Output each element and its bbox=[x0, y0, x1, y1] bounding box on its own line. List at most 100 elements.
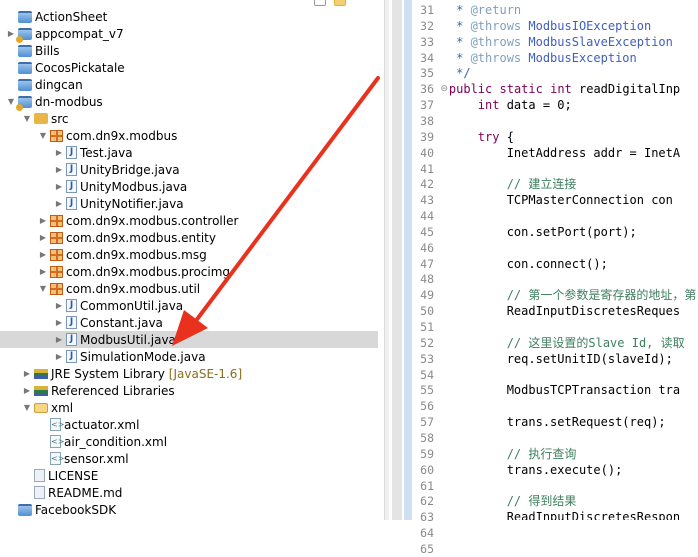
expand-arrow-icon[interactable]: ▶ bbox=[54, 199, 64, 209]
expand-arrow-icon[interactable]: ▶ bbox=[38, 250, 48, 260]
line-number: 41 bbox=[420, 161, 434, 176]
tree-item-label: LICENSE bbox=[48, 468, 99, 483]
line-number: 55 bbox=[420, 383, 434, 398]
tree-item[interactable]: dingcan bbox=[0, 76, 384, 93]
tree-item[interactable]: ActionSheet bbox=[0, 8, 384, 25]
expand-arrow-icon[interactable]: ▶ bbox=[22, 386, 32, 396]
package-explorer: ActionSheet ▶ appcompat_v7 Bills CocosPickat… bbox=[0, 0, 384, 520]
collapse-arrow-icon[interactable]: ▼ bbox=[38, 284, 48, 294]
code-line: InetAddress addr = InetA bbox=[506, 145, 681, 160]
expand-arrow-icon[interactable]: ▶ bbox=[38, 267, 48, 277]
expand-arrow-icon[interactable]: ▶ bbox=[54, 148, 64, 158]
code-line: con.connect(); bbox=[506, 256, 608, 271]
tree-item[interactable]: ▶ appcompat_v7 bbox=[0, 25, 384, 43]
tree-item[interactable]: ▶ J Test.java bbox=[0, 144, 384, 161]
line-number-gutter: 31 32 33 34 35 36 ⊖ 37 38 39 40 41 42 43 44 45 46 47 48 49 5… bbox=[412, 0, 448, 556]
collapse-arrow-icon[interactable]: ▼ bbox=[38, 131, 48, 141]
package-icon bbox=[50, 248, 63, 261]
tree-item[interactable]: Bills bbox=[0, 42, 384, 59]
tree-item[interactable]: <> actuator.xml bbox=[0, 416, 384, 433]
line-number: 58 bbox=[420, 430, 434, 445]
code-line: // 第一个参数是寄存器的地址，第 bbox=[506, 288, 697, 303]
tree-item-label: actuator.xml bbox=[64, 417, 140, 432]
expand-arrow-icon[interactable]: ▶ bbox=[54, 335, 64, 345]
line-number: 61 bbox=[420, 478, 434, 493]
tree-item[interactable]: README.md bbox=[0, 484, 384, 501]
collapse-arrow-icon[interactable]: ▼ bbox=[22, 403, 32, 413]
tree-item[interactable]: ▼ dn-modbus bbox=[0, 93, 384, 111]
code-line: int data = 0; bbox=[477, 98, 572, 113]
expand-arrow-icon[interactable]: ▶ bbox=[54, 165, 64, 175]
expand-arrow-icon[interactable]: ▶ bbox=[38, 233, 48, 243]
expand-arrow-icon[interactable]: ▶ bbox=[54, 352, 64, 362]
link-editor-icon[interactable] bbox=[334, 0, 346, 6]
tree-item[interactable]: ▶ J SimulationMode.java bbox=[0, 348, 384, 365]
tree-item[interactable]: ▶ J UnityBridge.java bbox=[0, 161, 384, 178]
tree-item[interactable]: ▼ src bbox=[0, 110, 384, 127]
line-number: 43 bbox=[420, 193, 434, 208]
line-number: 35 bbox=[420, 66, 434, 81]
tree-item[interactable]: ▼ com.dn9x.modbus bbox=[0, 127, 384, 144]
tree-item-label: Bills bbox=[35, 43, 60, 58]
java-file-icon: J bbox=[66, 163, 77, 176]
tree-item[interactable]: ▶ com.dn9x.modbus.procimg bbox=[0, 263, 384, 280]
code-line: ReadInputDiscretesReques bbox=[506, 304, 681, 319]
code-line: * @throws ModbusIOException bbox=[456, 18, 652, 33]
tree-item[interactable]: ▶ J UnityModbus.java bbox=[0, 178, 384, 195]
code-line: req.setUnitID(slaveId); bbox=[506, 351, 673, 366]
tree-item[interactable]: <> sensor.xml bbox=[0, 450, 384, 467]
tree-item[interactable]: ▶ com.dn9x.modbus.controller bbox=[0, 212, 384, 229]
expand-arrow-icon[interactable]: ▶ bbox=[54, 301, 64, 311]
line-number: 37 bbox=[420, 98, 434, 113]
tree-item[interactable]: ▶ J ModbusUtil.java bbox=[0, 331, 378, 348]
package-icon bbox=[50, 129, 63, 142]
tree-item-label: FacebookSDK bbox=[35, 502, 117, 517]
tree-item-label: appcompat_v7 bbox=[35, 26, 124, 41]
tree-item[interactable]: CocosPickatale bbox=[0, 59, 384, 76]
tree-item[interactable]: LICENSE bbox=[0, 467, 384, 484]
tree-item[interactable]: <> air_condition.xml bbox=[0, 433, 384, 450]
tree-item[interactable]: ▶ com.dn9x.modbus.entity bbox=[0, 229, 384, 246]
collapse-arrow-icon[interactable]: ▼ bbox=[22, 114, 32, 124]
code-line: // 得到结果 bbox=[506, 494, 577, 509]
tree-item-label: com.dn9x.modbus.msg bbox=[66, 247, 207, 262]
tree-item-label: CocosPickatale bbox=[35, 60, 125, 75]
library-icon bbox=[34, 385, 48, 396]
expand-arrow-icon[interactable]: ▶ bbox=[54, 318, 64, 328]
jre-version-tag: [JavaSE-1.6] bbox=[168, 366, 243, 381]
tree-item-label: com.dn9x.modbus.entity bbox=[66, 230, 216, 245]
tree-item[interactable]: ▶ Referenced Libraries bbox=[0, 382, 384, 399]
code-editor[interactable]: * @return * @throws ModbusIOException * … bbox=[450, 0, 698, 520]
package-icon bbox=[50, 282, 63, 295]
fold-toggle-icon[interactable]: ⊖ bbox=[440, 84, 448, 94]
open-folder-icon bbox=[34, 402, 48, 413]
expand-arrow-icon[interactable]: ▶ bbox=[6, 29, 16, 39]
tree-item[interactable]: ▼ com.dn9x.modbus.util bbox=[0, 280, 384, 297]
library-icon bbox=[34, 368, 48, 379]
line-number: 63 bbox=[420, 510, 434, 525]
line-number: 65 bbox=[420, 541, 434, 556]
tree-item-label: src bbox=[51, 111, 69, 126]
tree-item-label: air_condition.xml bbox=[64, 434, 168, 449]
tree-item[interactable]: ▶ J UnityNotifier.java bbox=[0, 195, 384, 212]
java-file-icon: J bbox=[66, 299, 77, 312]
tree-item[interactable]: ▶ com.dn9x.modbus.msg bbox=[0, 246, 384, 263]
tree-item[interactable]: ▶ JRE System Library [JavaSE-1.6] bbox=[0, 365, 384, 382]
tree-item[interactable]: FacebookSDK bbox=[0, 501, 384, 518]
collapse-arrow-icon[interactable]: ▼ bbox=[6, 97, 16, 107]
tree-item[interactable]: ▶ J CommonUtil.java bbox=[0, 297, 384, 314]
collapse-all-icon[interactable] bbox=[314, 0, 326, 6]
expand-arrow-icon[interactable]: ▶ bbox=[38, 216, 48, 226]
view-divider[interactable] bbox=[384, 0, 389, 520]
expand-arrow-icon[interactable]: ▶ bbox=[22, 369, 32, 379]
line-number: 51 bbox=[420, 320, 434, 334]
tree-item[interactable]: ▶ J Constant.java bbox=[0, 314, 384, 331]
tree-item[interactable]: ▼ xml bbox=[0, 399, 384, 416]
code-line: public static int readDigitalInp bbox=[450, 82, 681, 97]
line-number: 38 bbox=[420, 113, 434, 128]
expand-arrow-icon[interactable]: ▶ bbox=[54, 182, 64, 192]
